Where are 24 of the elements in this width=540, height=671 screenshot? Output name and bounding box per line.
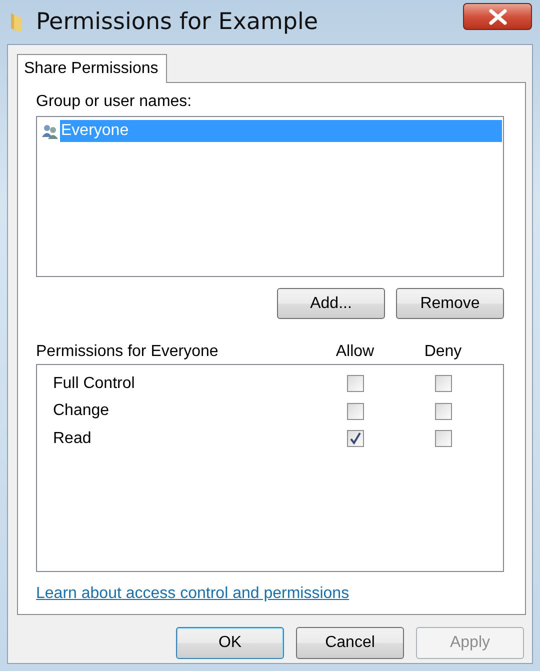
permission-name: Change (52, 402, 110, 420)
checkbox[interactable] (346, 375, 364, 392)
permissions-label: Permissions for Everyone (36, 343, 220, 361)
checkbox[interactable] (346, 402, 364, 420)
close-button[interactable] (463, 3, 532, 30)
close-icon (488, 8, 508, 24)
checkbox[interactable] (434, 430, 452, 448)
checkbox[interactable] (346, 430, 364, 448)
help-link[interactable]: Learn about access control and permissions (36, 585, 350, 603)
dialog-button[interactable]: Cancel (296, 627, 404, 659)
column-header: Allow (334, 343, 376, 361)
checkbox[interactable] (434, 402, 452, 420)
permission-name: Full Control (52, 374, 136, 393)
tab[interactable]: Share Permissions (17, 54, 168, 83)
list-button[interactable]: Remove (396, 288, 504, 319)
permission-name: Read (52, 430, 92, 448)
group-label: Group or user names: (36, 93, 193, 112)
folder-icon (10, 11, 24, 33)
window-title: Permissions for Example (36, 9, 318, 35)
users-icon (42, 124, 59, 138)
checkbox[interactable] (434, 375, 452, 392)
list-button[interactable]: Add... (277, 288, 385, 319)
dialog-button[interactable]: OK (176, 627, 284, 659)
column-header: Deny (423, 343, 463, 361)
